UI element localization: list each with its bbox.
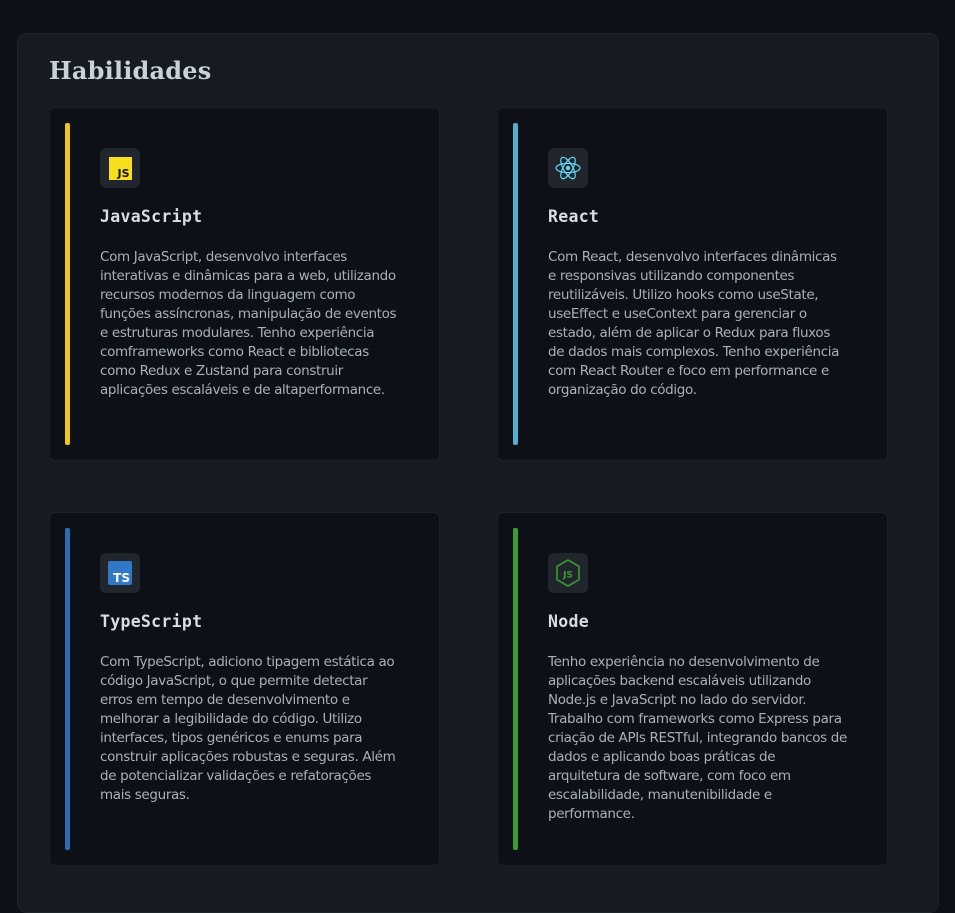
react-logo-icon [548, 148, 588, 188]
skill-card-javascript: JS JavaScript Com JavaScript, desenvolvo… [49, 107, 440, 461]
javascript-logo-icon: JS [100, 148, 140, 188]
accent-bar [65, 123, 70, 445]
skill-title: Node [548, 612, 589, 631]
skill-card-node: JS Node Tenho experiência no desenvolvim… [497, 512, 888, 866]
skills-section: Habilidades JS JavaScript Com JavaScript… [17, 33, 939, 913]
typescript-logo-icon: TS [100, 553, 140, 593]
skill-description: Tenho experiência no desenvolvimento de … [548, 654, 847, 822]
nodejs-logo-text: JS [562, 571, 573, 581]
accent-bar [513, 528, 518, 850]
react-atom-icon [555, 156, 581, 180]
typescript-logo-mark: TS [108, 561, 132, 585]
accent-bar [65, 528, 70, 850]
skill-description: Com JavaScript, desenvolvo interfaces in… [100, 249, 397, 398]
skill-title: JavaScript [100, 207, 203, 226]
skill-card-react: React Com React, desenvolvo interfaces d… [497, 107, 888, 461]
nodejs-logo-icon: JS [548, 553, 588, 593]
skill-description: Com React, desenvolvo interfaces dinâmic… [548, 249, 840, 398]
nodejs-hexagon-icon: JS [556, 559, 580, 587]
accent-bar [513, 123, 518, 445]
section-title: Habilidades [49, 56, 212, 85]
javascript-logo-mark: JS [108, 156, 132, 180]
skill-card-typescript: TS TypeScript Com TypeScript, adiciono t… [49, 512, 440, 866]
skill-title: TypeScript [100, 612, 203, 631]
skill-title: React [548, 207, 600, 226]
skill-description: Com TypeScript, adiciono tipagem estátic… [100, 654, 396, 803]
